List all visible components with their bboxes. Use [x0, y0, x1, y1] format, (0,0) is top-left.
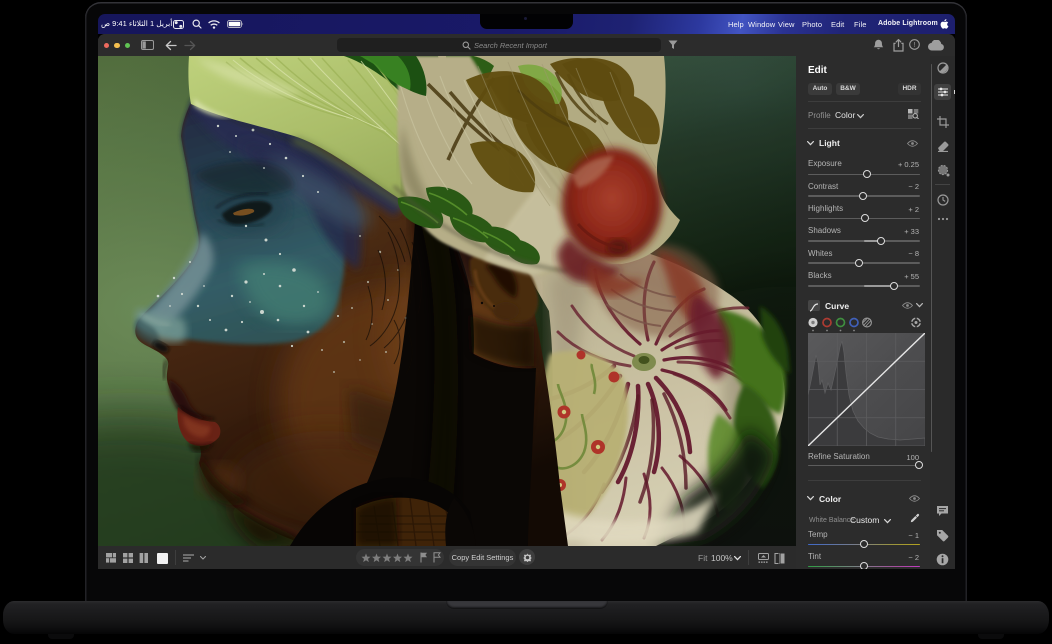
svg-text:!: ! [914, 42, 916, 49]
